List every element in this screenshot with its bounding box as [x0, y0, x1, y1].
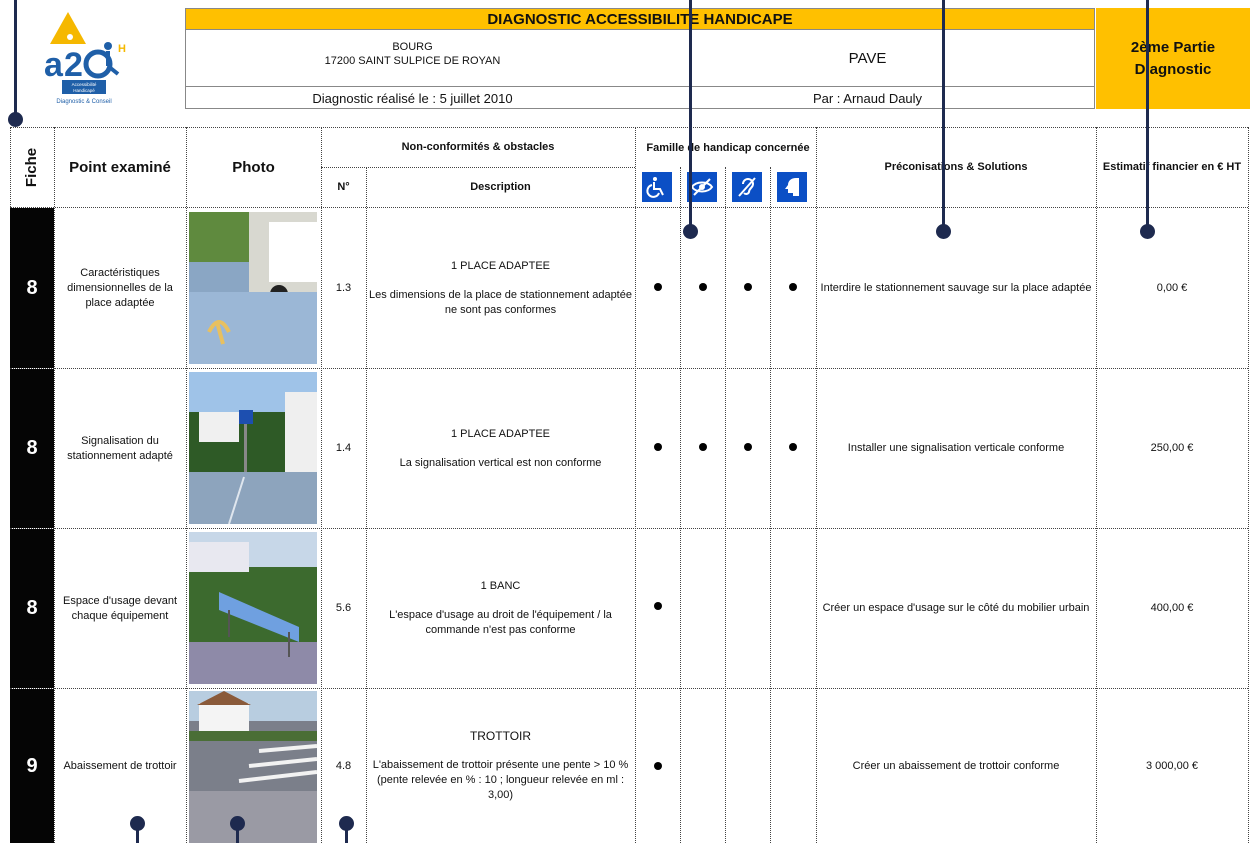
address-line-1: BOURG	[392, 41, 433, 53]
point-examine: Espace d'usage devant chaque équipement	[62, 594, 178, 622]
column-header-famille: Famille de handicap concernée	[646, 142, 810, 154]
photo-sidewalk	[189, 691, 317, 843]
item-number: 1.3	[335, 281, 352, 294]
site-address: BOURG 17200 SAINT SULPICE DE ROYAN	[185, 40, 640, 68]
description-cell: TROTTOIR L'abaissement de trottoir prése…	[366, 689, 635, 843]
estimatif: 250,00 €	[1150, 442, 1194, 454]
column-header-fiche: Fiche	[23, 147, 41, 187]
column-header-description: Description	[470, 181, 531, 193]
bullet-visual	[699, 283, 707, 291]
svg-text:Handicapé: Handicapé	[73, 88, 95, 93]
description-cell: 1 PLACE ADAPTEE La signalisation vertica…	[366, 369, 635, 528]
bullet-hearing	[744, 443, 752, 451]
fiche-number: 9	[10, 689, 54, 843]
wheelchair-icon	[642, 172, 672, 202]
bullet-wheelchair	[654, 762, 662, 770]
callout-line	[345, 826, 348, 843]
part-badge: 2ème Partie Diagnostic	[1096, 8, 1250, 109]
bullet-visual	[699, 443, 707, 451]
callout-line	[689, 0, 692, 228]
callout-dot	[683, 224, 698, 239]
point-examine: Abaissement de trottoir	[63, 759, 177, 772]
preconisation: Créer un espace d'usage sur le côté du m…	[822, 602, 1090, 614]
column-header-point: Point examiné	[69, 158, 171, 176]
description-title: 1 BANC	[480, 580, 521, 592]
bullet-hearing	[744, 283, 752, 291]
preconisation: Installer une signalisation verticale co…	[847, 442, 1065, 454]
column-header-nonconformites: Non-conformités & obstacles	[401, 141, 555, 153]
description-text: L'abaissement de trottoir présente une p…	[372, 759, 629, 801]
description-title: TROTTOIR	[469, 729, 532, 743]
fiche-number: 8	[10, 208, 54, 368]
estimatif: 400,00 €	[1150, 602, 1194, 614]
bullet-wheelchair	[654, 602, 662, 610]
estimatif: 0,00 €	[1156, 281, 1188, 294]
preconisation: Créer un abaissement de trottoir conform…	[852, 759, 1060, 772]
column-header-photo: Photo	[232, 158, 275, 176]
fiche-number: 8	[10, 529, 54, 688]
part-line-1: 2ème Partie	[1130, 38, 1216, 56]
estimatif: 3 000,00 €	[1146, 759, 1198, 772]
bullet-wheelchair	[654, 283, 662, 291]
address-line-2: 17200 SAINT SULPICE DE ROYAN	[324, 55, 501, 67]
ear-icon	[732, 172, 762, 202]
item-number: 5.6	[335, 602, 352, 614]
description-text: L'espace d'usage au droit de l'équipemen…	[389, 609, 612, 636]
column-header-preconisations: Préconisations & Solutions	[884, 161, 1028, 173]
callout-dot	[8, 112, 23, 127]
photo-parking-place	[189, 212, 317, 364]
description-cell: 1 PLACE ADAPTEE Les dimensions de la pla…	[366, 208, 635, 368]
description-cell: 1 BANC L'espace d'usage au droit de l'éq…	[366, 529, 635, 688]
callout-line	[14, 0, 17, 118]
fiche-number: 8	[10, 369, 54, 528]
callout-line	[1146, 0, 1149, 228]
svg-text:Diagnostic & Conseil: Diagnostic & Conseil	[56, 99, 111, 105]
callout-dot	[936, 224, 951, 239]
photo-bench	[189, 532, 317, 684]
document-title: DIAGNOSTIC ACCESSIBILITE HANDICAPE	[185, 8, 1095, 30]
description-title: 1 PLACE ADAPTEE	[450, 259, 551, 272]
logo: a 2 H Accessibilité Handicapé Diagnostic…	[22, 8, 152, 108]
point-examine: Caractéristiques dimensionnelles de la p…	[67, 266, 173, 309]
bullet-cognitive	[789, 283, 797, 291]
svg-text:2: 2	[64, 46, 83, 84]
logo-icon: a 2 H Accessibilité Handicapé Diagnostic…	[44, 12, 126, 105]
callout-line	[942, 0, 945, 228]
column-header-estimatif: Estimatif financier en € HT	[1102, 161, 1242, 173]
callout-dot	[1140, 224, 1155, 239]
svg-text:H: H	[118, 43, 126, 55]
item-number: 1.4	[335, 442, 352, 454]
diagnostic-author: Par : Arnaud Dauly	[812, 91, 923, 106]
column-header-number: N°	[337, 181, 350, 193]
callout-line	[236, 826, 239, 843]
preconisation: Interdire le stationnement sauvage sur l…	[820, 281, 1092, 294]
photo-parking-sign	[189, 372, 317, 524]
bullet-wheelchair	[654, 443, 662, 451]
program-label: PAVE	[848, 50, 887, 67]
description-text: Les dimensions de la place de stationnem…	[369, 288, 632, 316]
description-text: La signalisation vertical est non confor…	[399, 456, 602, 469]
diagnostic-date: Diagnostic réalisé le : 5 juillet 2010	[312, 91, 513, 106]
callout-line	[136, 826, 139, 843]
head-icon	[777, 172, 807, 202]
svg-text:a: a	[44, 46, 64, 84]
point-examine: Signalisation du stationnement adapté	[67, 434, 173, 462]
description-title: 1 PLACE ADAPTEE	[450, 427, 551, 440]
bullet-cognitive	[789, 443, 797, 451]
svg-text:Accessibilité: Accessibilité	[72, 82, 97, 87]
